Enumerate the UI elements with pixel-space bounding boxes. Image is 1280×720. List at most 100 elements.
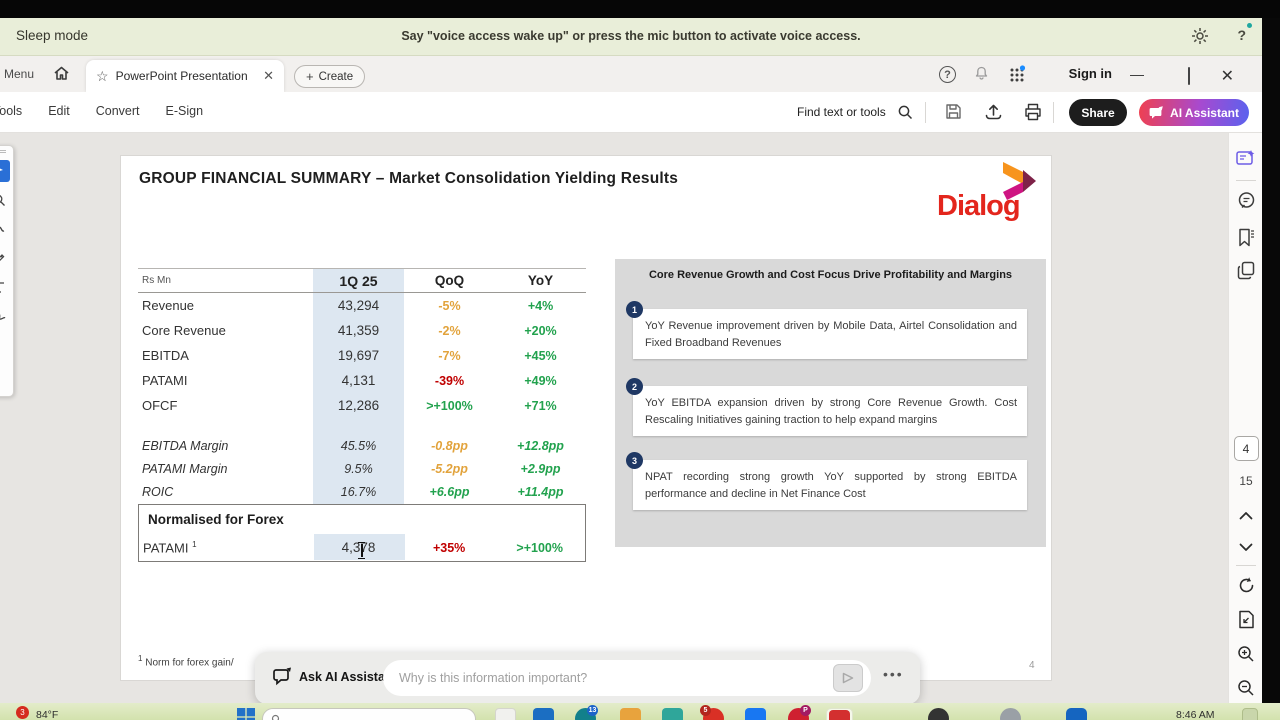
dialog-logo: Dialog xyxy=(933,162,1045,230)
text-cursor xyxy=(357,542,366,559)
highlight-text-1: YoY Revenue improvement driven by Mobile… xyxy=(645,318,1017,351)
taskbar-tray-icon[interactable] xyxy=(1000,708,1021,720)
col-header-yoy: YoY xyxy=(495,273,586,288)
add-text-tool-icon[interactable] xyxy=(0,276,10,298)
bullet-number-3: 3 xyxy=(626,452,643,469)
draw-tool-icon[interactable] xyxy=(0,247,10,269)
taskbar-badge: 13 xyxy=(587,705,598,716)
ask-ai-assistant-bar: Ask AI Assistant ••• xyxy=(255,652,920,704)
taskbar-app-icon[interactable] xyxy=(662,708,683,720)
ask-ai-input[interactable] xyxy=(383,660,871,696)
zoom-tool-icon[interactable] xyxy=(0,189,10,211)
screen: Sleep mode Say "voice access wake up" or… xyxy=(0,0,1280,720)
create-button[interactable]: + Create xyxy=(294,65,365,88)
app-tab-bar: Menu ☆ PowerPoint Presentation ✕ + Creat… xyxy=(0,56,1262,92)
taskbar-temperature[interactable]: 84°F xyxy=(36,709,58,720)
show-desktop-button[interactable] xyxy=(1242,708,1258,720)
drag-handle[interactable] xyxy=(0,150,6,153)
table-row: EBITDA 19,697 -7% +45% xyxy=(138,343,586,368)
pdf-viewer-canvas: GROUP FINANCIAL SUMMARY – Market Consoli… xyxy=(0,133,1262,703)
col-header-qoq: QoQ xyxy=(404,273,495,288)
notification-bell-icon[interactable] xyxy=(973,65,990,82)
taskbar-app-icon[interactable] xyxy=(620,708,641,720)
comments-icon[interactable] xyxy=(1229,191,1263,210)
tools-menu[interactable]: Tools xyxy=(0,104,22,118)
slide-title: GROUP FINANCIAL SUMMARY – Market Consoli… xyxy=(139,170,678,188)
next-page-icon[interactable] xyxy=(1229,543,1263,552)
select-tool-icon[interactable] xyxy=(0,160,10,182)
right-tool-rail: 4 15 xyxy=(1228,133,1262,703)
table-row: PATAMI 4,131 -39% +49% xyxy=(138,368,586,393)
taskbar-badge: P xyxy=(800,705,811,716)
slide-page-number: 4 xyxy=(1029,660,1035,671)
document-toolbar: Tools Edit Convert E-Sign Find text or t… xyxy=(0,92,1262,133)
total-pages-label: 15 xyxy=(1229,474,1263,488)
menu-button[interactable]: Menu xyxy=(4,67,34,81)
table-row: OFCF 12,286 >+100% +71% xyxy=(138,393,586,418)
weather-alert-badge[interactable]: 3 xyxy=(16,706,29,719)
ai-chat-icon xyxy=(1149,106,1164,120)
restore-button[interactable] xyxy=(1188,68,1190,84)
taskbar-app-icon[interactable] xyxy=(495,708,516,720)
zoom-out-icon[interactable] xyxy=(1229,679,1263,697)
print-icon[interactable] xyxy=(1023,102,1043,122)
pages-thumbnails-icon[interactable] xyxy=(1229,261,1263,280)
taskbar-clock[interactable]: 8:46 AM xyxy=(1176,709,1215,720)
taskbar-app-icon[interactable] xyxy=(829,710,850,720)
more-options-icon[interactable]: ••• xyxy=(883,666,904,682)
windows-start-icon[interactable] xyxy=(237,708,258,720)
save-icon[interactable] xyxy=(944,102,963,121)
find-text-label[interactable]: Find text or tools xyxy=(797,105,886,119)
taskbar-app-icon[interactable] xyxy=(745,708,766,720)
share-button[interactable]: Share xyxy=(1069,99,1127,126)
highlights-panel: Core Revenue Growth and Cost Focus Drive… xyxy=(615,259,1046,547)
taskbar-tray-icon[interactable] xyxy=(928,708,949,720)
signature-tool-icon[interactable] xyxy=(0,305,10,327)
taskbar-app-icon[interactable] xyxy=(533,708,554,720)
highlights-panel-title: Core Revenue Growth and Cost Focus Drive… xyxy=(639,268,1022,283)
financial-table: Rs Mn 1Q 25 QoQ YoY Revenue 43,294 -5% +… xyxy=(138,268,586,562)
voice-settings-gear-icon[interactable] xyxy=(1190,26,1210,46)
table-header-row: Rs Mn 1Q 25 QoQ YoY xyxy=(138,268,586,293)
highlight-tool-icon[interactable] xyxy=(0,218,10,240)
search-icon[interactable] xyxy=(897,104,914,121)
tab-close-icon[interactable]: ✕ xyxy=(263,68,274,84)
voice-access-bar: Sleep mode Say "voice access wake up" or… xyxy=(0,18,1262,56)
ai-summary-icon[interactable] xyxy=(1229,149,1263,167)
fit-page-icon[interactable] xyxy=(1229,610,1263,629)
edit-menu[interactable]: Edit xyxy=(48,104,70,118)
ai-assistant-label: AI Assistant xyxy=(1170,106,1239,120)
convert-menu[interactable]: Convert xyxy=(96,104,140,118)
apps-grid-icon[interactable] xyxy=(1008,65,1026,83)
voice-status-dot xyxy=(1247,23,1252,28)
send-icon[interactable] xyxy=(833,664,863,692)
voice-help-icon[interactable]: ? xyxy=(1237,27,1246,43)
upload-share-icon[interactable] xyxy=(983,102,1004,122)
previous-page-icon[interactable] xyxy=(1229,511,1263,520)
esign-menu[interactable]: E-Sign xyxy=(166,104,204,118)
minimize-button[interactable]: — xyxy=(1130,66,1144,82)
taskbar-tray-icon[interactable] xyxy=(1066,708,1087,720)
sign-in-button[interactable]: Sign in xyxy=(1069,66,1112,81)
document-tab[interactable]: ☆ PowerPoint Presentation ✕ xyxy=(86,60,284,92)
close-button[interactable]: ✕ xyxy=(1221,66,1234,86)
favorite-star-icon[interactable]: ☆ xyxy=(96,68,109,85)
bullet-number-2: 2 xyxy=(626,378,643,395)
slide-page[interactable]: GROUP FINANCIAL SUMMARY – Market Consoli… xyxy=(120,155,1052,681)
voice-access-message: Say "voice access wake up" or press the … xyxy=(0,29,1262,43)
create-button-label: Create xyxy=(319,71,354,83)
rotate-page-icon[interactable] xyxy=(1229,576,1263,595)
home-icon[interactable] xyxy=(52,64,71,83)
taskbar-search-box[interactable] xyxy=(262,708,476,720)
dialog-logo-text: Dialog xyxy=(937,190,1020,223)
current-page-input[interactable]: 4 xyxy=(1229,436,1263,461)
zoom-in-icon[interactable] xyxy=(1229,645,1263,663)
highlight-card-1: 1 YoY Revenue improvement driven by Mobi… xyxy=(633,309,1027,359)
help-circle-icon[interactable]: ? xyxy=(939,66,956,83)
table-row-margin: PATAMI Margin 9.5% -5.2pp +2.9pp xyxy=(138,457,586,480)
bookmarks-icon[interactable] xyxy=(1229,228,1263,247)
ai-assistant-button[interactable]: AI Assistant xyxy=(1139,99,1249,126)
table-row-margin: EBITDA Margin 45.5% -0.8pp +12.8pp xyxy=(138,434,586,457)
highlight-text-3: NPAT recording strong growth YoY support… xyxy=(645,469,1017,502)
quick-tools-panel xyxy=(0,145,14,397)
